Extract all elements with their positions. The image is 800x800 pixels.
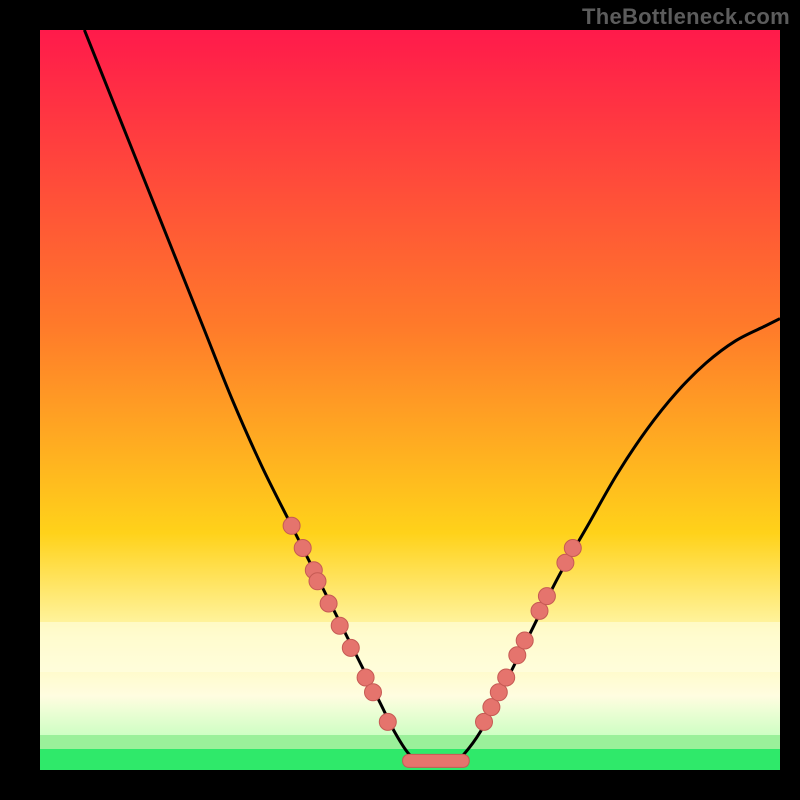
data-dot [498, 669, 515, 686]
data-dot [320, 595, 337, 612]
data-dot [365, 684, 382, 701]
data-dot [516, 632, 533, 649]
data-dot [379, 713, 396, 730]
watermark-text: TheBottleneck.com [582, 4, 790, 30]
chart-stage: TheBottleneck.com [0, 0, 800, 800]
data-dot [331, 617, 348, 634]
data-dot [564, 540, 581, 557]
data-dot [538, 588, 555, 605]
green-fade [40, 735, 780, 749]
data-dot [342, 639, 359, 656]
valley-bar [403, 754, 470, 767]
data-dot [283, 517, 300, 534]
bottleneck-chart [40, 30, 780, 770]
data-dot [294, 540, 311, 557]
data-dot [309, 573, 326, 590]
haze-band [40, 622, 780, 672]
